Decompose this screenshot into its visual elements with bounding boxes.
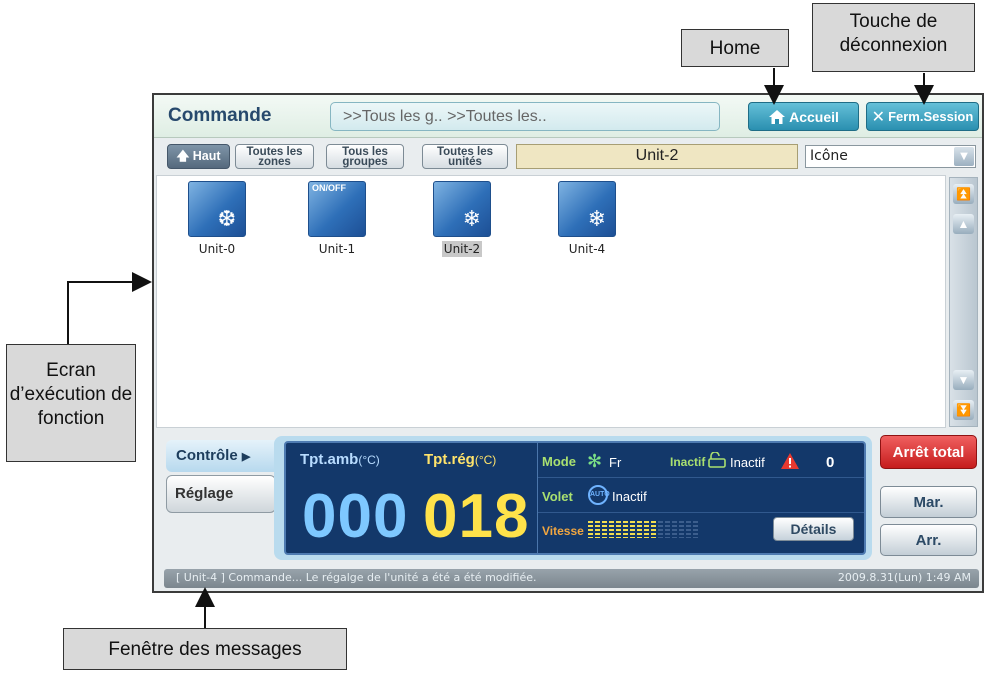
unit-name: Unit-2 xyxy=(441,241,483,257)
scroll-bottom-icon[interactable]: ⏬ xyxy=(953,400,974,420)
tab-settings[interactable]: Réglage xyxy=(166,475,276,513)
on-off-tag: ON/OFF xyxy=(312,183,346,193)
room-temp-label: Tpt.amb(°C) xyxy=(300,451,380,468)
home-button[interactable]: Accueil xyxy=(748,102,859,131)
all-zones-button[interactable]: Toutes les zones xyxy=(235,144,314,169)
fan-speed-label: Vitesse xyxy=(542,524,584,538)
home-label: Accueil xyxy=(789,108,839,125)
room-temp-value: 000 xyxy=(302,482,409,551)
logout-button[interactable]: ✕ Ferm.Session xyxy=(866,102,979,131)
lock-icon xyxy=(708,452,726,468)
mode-value: Fr xyxy=(609,455,622,470)
tab-control[interactable]: Contrôle ▶ xyxy=(166,440,281,472)
status-message: [ Unit-4 ] Commande... Le régalge de l'u… xyxy=(176,571,537,584)
off-button[interactable]: Arr. xyxy=(880,524,977,556)
all-stop-button[interactable]: Arrêt total xyxy=(880,435,977,469)
scroll-top-icon[interactable]: ⏫ xyxy=(953,184,974,204)
louver-auto-icon: AUTO xyxy=(588,485,610,505)
toolbar: 🡅 Haut Toutes les zones Tous les groupes… xyxy=(154,139,982,175)
row-divider xyxy=(538,512,864,513)
louver-value: Inactif xyxy=(612,489,647,504)
scroll-down-icon[interactable]: ▼ xyxy=(953,370,974,390)
unit-item[interactable]: ❆ Unit-0 xyxy=(177,181,257,258)
row-divider xyxy=(538,477,864,478)
unit-name: Unit-4 xyxy=(568,242,606,256)
breadcrumb[interactable]: >>Tous les g.. >>Toutes les.. xyxy=(330,102,720,131)
up-label: Haut xyxy=(192,149,221,163)
status-panel: Tpt.amb(°C) Tpt.rég(°C) 000 018 Mode ✻ F… xyxy=(284,441,866,555)
unit-item[interactable]: ❄ Unit-4 xyxy=(547,181,627,258)
unit-item[interactable]: ❄ Unit-2 xyxy=(422,181,502,258)
details-button[interactable]: Détails xyxy=(773,517,854,541)
control-section: Contrôle ▶ Réglage Tpt.amb(°C) Tpt.rég(°… xyxy=(154,430,982,570)
view-mode-select[interactable]: Icône ▼ xyxy=(805,145,976,168)
unit-icon: ❄ xyxy=(433,181,491,237)
cool-mode-icon: ✻ xyxy=(587,451,603,471)
header: Commande >>Tous les g.. >>Toutes les.. A… xyxy=(154,95,982,138)
set-temp-label: Tpt.rég(°C) xyxy=(424,451,497,468)
lock-label: Inactif xyxy=(670,455,706,469)
set-temp-value: 018 xyxy=(423,482,530,551)
all-groups-button[interactable]: Tous les groupes xyxy=(326,144,404,169)
unit-name: Unit-1 xyxy=(318,242,356,256)
message-bar: [ Unit-4 ] Commande... Le régalge de l'u… xyxy=(164,569,979,588)
fan-speed-meter xyxy=(588,521,698,538)
on-button[interactable]: Mar. xyxy=(880,486,977,518)
scroll-up-icon[interactable]: ▲ xyxy=(953,214,974,234)
snowflake-icon: ❄ xyxy=(587,206,606,231)
caret-right-icon: ▶ xyxy=(241,451,251,463)
view-mode-value: Icône xyxy=(810,148,848,164)
all-units-button[interactable]: Toutes les unités xyxy=(422,144,508,169)
snowflake-icon: ❄ xyxy=(462,206,481,231)
snowflake-icon: ❆ xyxy=(217,206,236,231)
alarm-count: 0 xyxy=(826,454,835,471)
tab-control-label: Contrôle xyxy=(176,447,238,464)
lock-value: Inactif xyxy=(730,455,765,470)
warning-icon xyxy=(781,453,799,469)
unit-icon: ON/OFF xyxy=(308,181,366,237)
callout-execution-screen: Ecran d’exécution de fonction xyxy=(6,344,136,462)
page-title: Commande xyxy=(168,105,272,126)
callout-home: Home xyxy=(681,29,789,67)
app-window: Commande >>Tous les g.. >>Toutes les.. A… xyxy=(152,93,984,593)
x-icon: ✕ xyxy=(871,108,886,126)
house-icon xyxy=(769,109,786,124)
selected-unit-display: Unit-2 xyxy=(516,144,798,169)
louver-label: Volet xyxy=(542,489,573,504)
callout-message-window: Fenêtre des messages xyxy=(63,628,347,670)
unit-icon: ❆ xyxy=(188,181,246,237)
unit-icon: ❄ xyxy=(558,181,616,237)
scrollbar[interactable]: ⏫ ▲ ▼ ⏬ xyxy=(949,177,978,427)
panel-divider xyxy=(537,443,538,553)
unit-area: ❆ Unit-0 ON/OFF Unit-1 ❄ Unit-2 ❄ Unit-4 xyxy=(156,175,946,428)
logout-label: Ferm.Session xyxy=(888,109,974,124)
unit-name: Unit-0 xyxy=(198,242,236,256)
up-button[interactable]: 🡅 Haut xyxy=(167,144,230,169)
chevron-down-icon[interactable]: ▼ xyxy=(954,147,974,166)
up-arrow-icon: 🡅 xyxy=(176,149,190,163)
callout-logout: Touche de déconnexion xyxy=(812,3,975,72)
status-datetime: 2009.8.31(Lun) 1:49 AM xyxy=(837,571,971,584)
mode-label: Mode xyxy=(542,454,576,469)
unit-item[interactable]: ON/OFF Unit-1 xyxy=(297,181,377,258)
